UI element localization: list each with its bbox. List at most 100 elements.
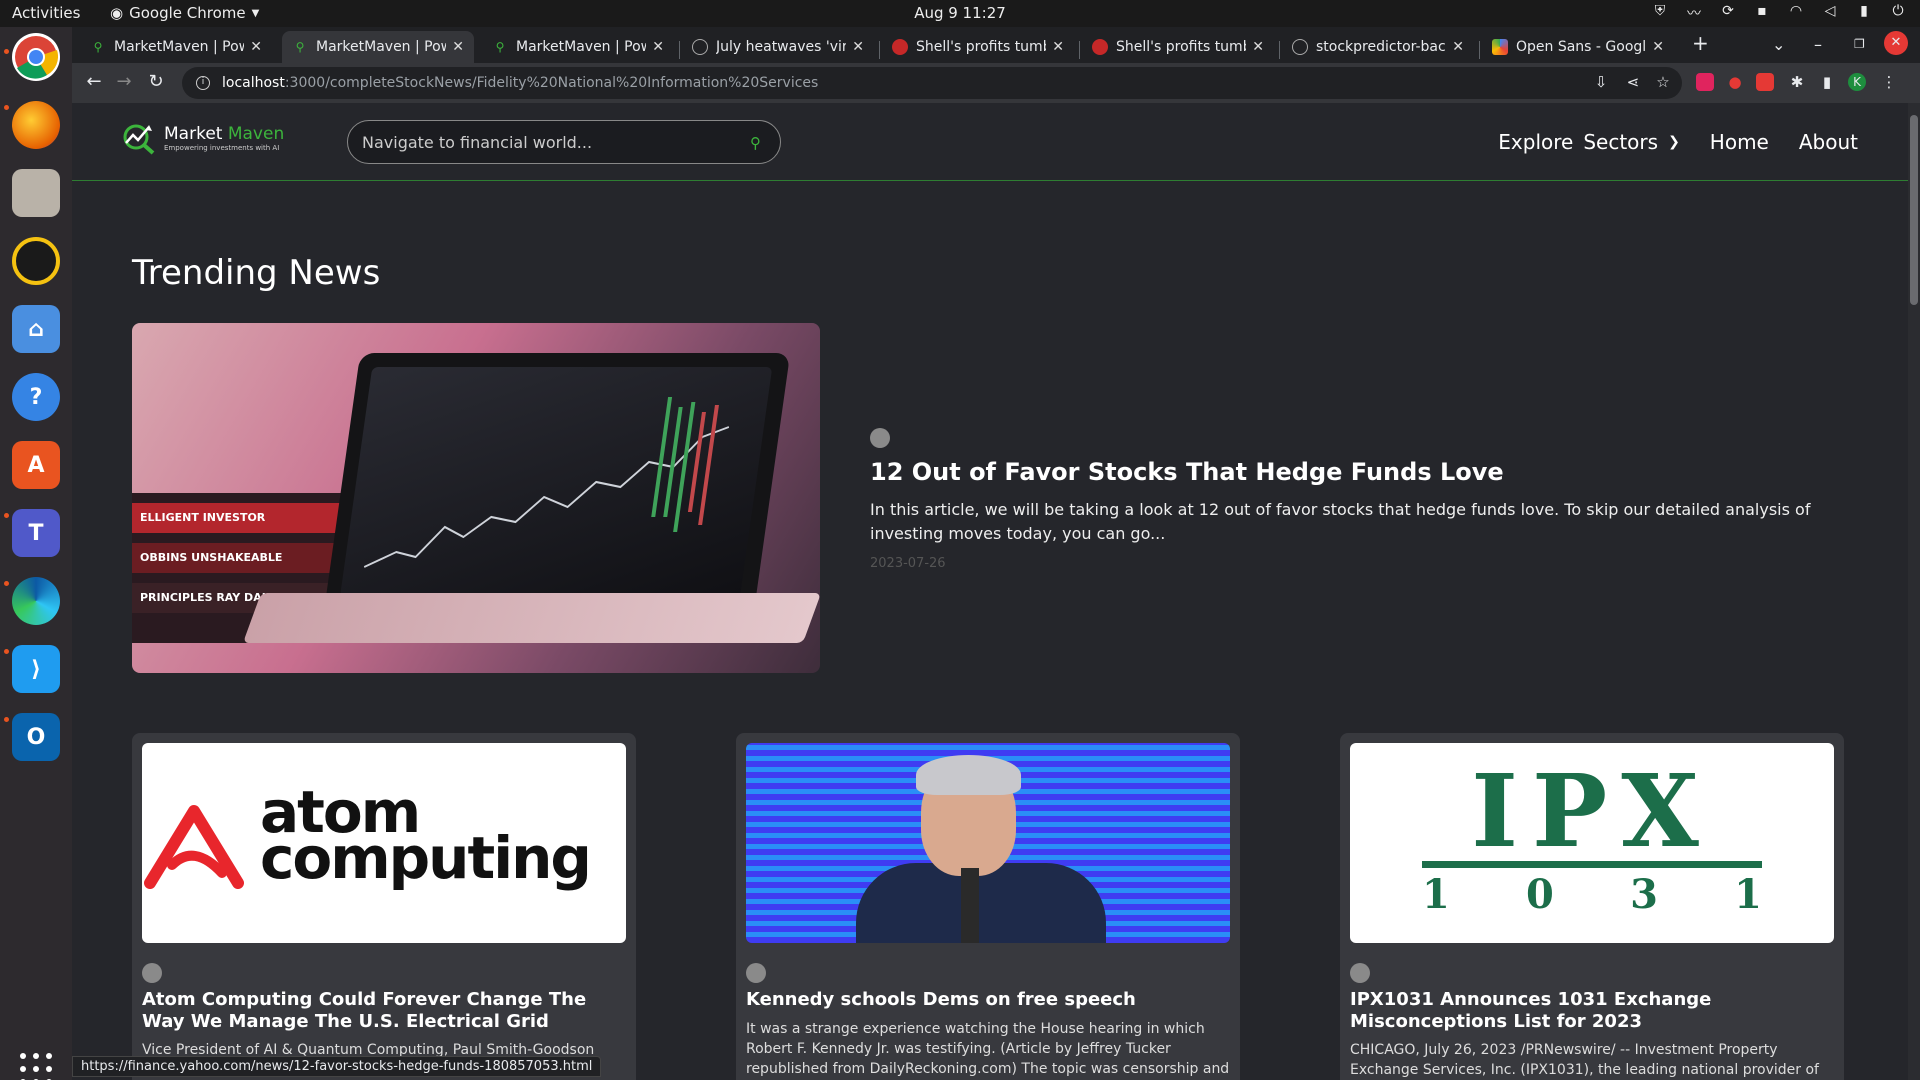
side-panel-icon[interactable]: ▮ — [1818, 73, 1836, 91]
running-indicator — [4, 513, 9, 518]
running-indicator — [4, 105, 9, 110]
hero-news-image[interactable]: ELLIGENT INVESTOR OBBINS UNSHAKEABLE PRI… — [132, 323, 820, 673]
tab-july-heatwaves[interactable]: July heatwaves 'virt ✕ — [682, 31, 874, 63]
card-title[interactable]: Atom Computing Could Forever Change The … — [142, 989, 626, 1032]
extension-icon[interactable] — [1696, 73, 1714, 91]
card-image-ipx1031[interactable]: IPX 1 0 3 1 — [1350, 743, 1834, 943]
files-icon[interactable] — [12, 169, 60, 217]
reload-button[interactable]: ↻ — [144, 71, 168, 92]
tab-stockpredictor[interactable]: stockpredictor-back ✕ — [1282, 31, 1474, 63]
clock[interactable]: Aug 9 11:27 — [0, 4, 1920, 22]
close-window-button[interactable]: ✕ — [1884, 31, 1908, 55]
news-card[interactable]: atom computing Atom Computing Could Fore… — [132, 733, 636, 1080]
atom-computing-logo: atom computing — [142, 783, 626, 901]
software-bag-icon[interactable]: ⌂ — [12, 305, 60, 353]
app-menu[interactable]: ◉ Google Chrome ▼ — [110, 4, 259, 22]
menu-kebab-icon[interactable]: ⋮ — [1880, 73, 1898, 91]
marketmaven-favicon-icon: ⚲ — [93, 40, 103, 54]
chevron-down-icon[interactable]: ❯ — [1668, 134, 1680, 150]
youtube-extension-icon[interactable] — [1756, 73, 1774, 91]
hero-title[interactable]: 12 Out of Favor Stocks That Hedge Funds … — [870, 458, 1870, 486]
app-center-icon[interactable]: A — [12, 441, 60, 489]
news-card[interactable]: IPX 1 0 3 1 IPX1031 Announces 1031 Excha… — [1340, 733, 1844, 1080]
tab-marketmaven-2[interactable]: ⚲ MarketMaven | Pow ✕ — [282, 31, 474, 63]
nav-explore[interactable]: Explore — [1498, 130, 1573, 154]
new-tab-button[interactable]: + — [1692, 31, 1709, 55]
minimize-button[interactable]: – — [1814, 35, 1822, 54]
close-icon[interactable]: ✕ — [852, 39, 864, 55]
tab-shell-profits-1[interactable]: Shell's profits tumb ✕ — [882, 31, 1074, 63]
forward-button[interactable]: → — [112, 71, 136, 92]
share-icon[interactable]: ⋖ — [1624, 73, 1642, 91]
card-title[interactable]: Kennedy schools Dems on free speech — [746, 989, 1230, 1011]
search-icon[interactable]: ⚲ — [750, 134, 766, 152]
card-image-atom-computing[interactable]: atom computing — [142, 743, 626, 943]
close-icon[interactable]: ✕ — [1252, 39, 1264, 55]
chrome-icon[interactable] — [12, 33, 60, 81]
rhythmbox-icon[interactable] — [12, 237, 60, 285]
extensions-puzzle-icon[interactable]: ✱ — [1788, 73, 1806, 91]
nav-home[interactable]: Home — [1710, 130, 1769, 154]
close-icon[interactable]: ✕ — [452, 39, 464, 55]
tab-label: Shell's profits tumb — [1116, 39, 1247, 55]
ipx-digit: 1 — [1422, 871, 1450, 918]
profile-avatar[interactable]: K — [1848, 73, 1866, 91]
firefox-icon[interactable] — [12, 101, 60, 149]
show-apps-icon[interactable] — [20, 1053, 52, 1080]
outlook-icon[interactable]: O — [12, 713, 60, 761]
edge-icon[interactable] — [12, 577, 60, 625]
scrollbar-thumb[interactable] — [1910, 115, 1918, 305]
record-extension-icon[interactable]: ● — [1726, 73, 1744, 91]
address-bar[interactable]: i localhost:3000/completeStockNews/Fidel… — [182, 67, 1682, 99]
bookmark-star-icon[interactable]: ☆ — [1654, 73, 1672, 91]
tab-marketmaven-3[interactable]: ⚲ MarketMaven | Pow ✕ — [482, 31, 674, 63]
install-app-icon[interactable]: ⇩ — [1592, 73, 1610, 91]
atom-a-logo-icon — [144, 805, 244, 889]
nav-sectors[interactable]: Sectors — [1583, 130, 1658, 154]
vscode-icon[interactable]: ⟩ — [12, 645, 60, 693]
help-icon[interactable]: ? — [12, 373, 60, 421]
page-scrollbar[interactable] — [1908, 103, 1920, 1080]
tab-separator — [679, 41, 680, 59]
system-tray[interactable]: ⛨ 〰 ⟳ ▪ ◠ ◁ ▮ ⏻ — [1652, 3, 1906, 22]
card-description: CHICAGO, July 26, 2023 /PRNewswire/ -- I… — [1350, 1042, 1819, 1079]
book-title-1: ELLIGENT INVESTOR — [132, 503, 362, 533]
close-icon[interactable]: ✕ — [1452, 39, 1464, 55]
power-icon: ⏻ — [1892, 3, 1904, 19]
stock-chart-graphic — [363, 397, 730, 568]
close-icon[interactable]: ✕ — [652, 39, 664, 55]
running-indicator — [4, 717, 9, 722]
chrome-icon: ◉ — [110, 4, 124, 22]
activities-button[interactable]: Activities — [12, 4, 80, 22]
close-icon[interactable]: ✕ — [250, 39, 262, 55]
ipx-logo-digits: 1 0 3 1 — [1422, 871, 1762, 918]
site-info-icon[interactable]: i — [196, 76, 210, 90]
card-title[interactable]: IPX1031 Announces 1031 Exchange Misconce… — [1350, 989, 1834, 1032]
globe-icon — [692, 39, 708, 55]
tab-label: MarketMaven | Pow — [114, 39, 245, 55]
laptop-graphic — [323, 353, 791, 613]
speaker-tie-graphic — [961, 868, 979, 943]
url-path: :3000/completeStockNews/Fidelity%20Natio… — [284, 75, 819, 91]
close-icon[interactable]: ✕ — [1052, 39, 1064, 55]
search-input[interactable] — [362, 132, 750, 152]
teams-icon[interactable]: T — [12, 509, 60, 557]
restore-button[interactable]: ❐ — [1854, 37, 1865, 51]
tab-label: MarketMaven | Pow — [316, 39, 447, 55]
site-logo[interactable]: Market Maven Empowering investments with… — [122, 121, 284, 155]
tab-shell-profits-2[interactable]: Shell's profits tumb ✕ — [1082, 31, 1274, 63]
news-favicon-icon — [892, 39, 908, 55]
card-image-kennedy[interactable] — [746, 743, 1230, 943]
close-icon[interactable]: ✕ — [1652, 39, 1664, 55]
tab-search-chevron-icon[interactable]: ⌄ — [1772, 35, 1785, 54]
tab-marketmaven-1[interactable]: ⚲ MarketMaven | Pow ✕ — [80, 31, 272, 63]
browser-toolbar: ← → ↻ i localhost:3000/completeStockNews… — [72, 63, 1920, 103]
globe-icon — [1292, 39, 1308, 55]
tab-open-sans[interactable]: Open Sans - Google ✕ — [1482, 31, 1674, 63]
speaker-hair-graphic — [916, 755, 1021, 795]
app-menu-label: Google Chrome — [129, 4, 246, 22]
wifi-icon: ◠ — [1789, 3, 1803, 19]
nav-about[interactable]: About — [1799, 130, 1858, 154]
back-button[interactable]: ← — [82, 71, 106, 92]
news-card[interactable]: Kennedy schools Dems on free speech It w… — [736, 733, 1240, 1080]
